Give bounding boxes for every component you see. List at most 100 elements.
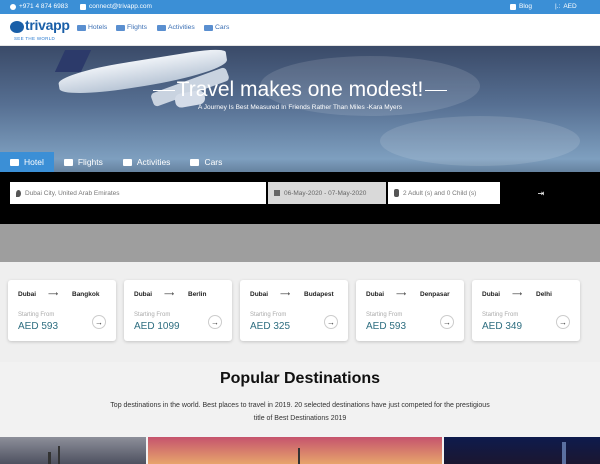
tower-silhouette [58,446,60,464]
top-bar: +971 4 874 6983 connect@trivapp.com Blog… [0,0,600,14]
date-range-value: 06-May-2020 - 07-May-2020 [284,189,367,197]
email-address: connect@trivapp.com [89,3,152,10]
airplane-tail [54,50,92,72]
nav-hotels-label: Hotels [88,24,108,31]
arrow-right-icon: ⟶ [512,291,523,298]
logo-mark-icon [10,21,24,33]
tab-cars-label: Cars [204,157,223,167]
nav-cars[interactable]: Cars [204,24,229,31]
route-price: AED 1099 [134,321,180,332]
calendar-icon [274,190,280,196]
route-origin: Dubai [18,291,37,298]
mail-icon [80,3,86,10]
currency-selector[interactable]: |.: AED [555,3,577,10]
route-price: AED 325 [250,321,291,332]
starting-from-label: Starting From [134,312,171,318]
hero-subtitle: A Journey Is Best Measured In Friends Ra… [198,104,402,111]
title-rule [425,89,448,91]
blog-label: Blog [519,3,533,10]
person-icon [394,189,399,197]
location-pin-icon [16,189,21,197]
search-button[interactable]: ⇥ [502,182,580,204]
nav-flights-label: Flights [127,24,148,31]
phone-contact[interactable]: +971 4 874 6983 [10,3,68,10]
hero-title: Travel makes one modest! [0,78,600,102]
tab-activities[interactable]: Activities [113,152,181,172]
destination-field[interactable]: Dubai City, United Arab Emirates [10,182,266,204]
tower-silhouette [48,452,51,464]
nav-activities-label: Activities [168,24,195,31]
nav-cars-label: Cars [215,24,230,31]
guests-value: 2 Adult (s) and 0 Child (s) [403,189,477,197]
tab-hotel-label: Hotel [24,157,44,167]
search-tabs: Hotel Flights Activities Cars [0,152,232,172]
guests-field[interactable]: 2 Adult (s) and 0 Child (s) [388,182,500,204]
blog-link[interactable]: Blog [510,3,532,10]
route-card[interactable]: Dubai ⟶ Delhi Starting From AED 349 → [472,280,580,341]
nav-activities[interactable]: Activities [157,24,195,31]
arrow-right-icon: ⟶ [164,291,175,298]
blog-icon [510,3,516,10]
route-destination: Delhi [536,291,552,298]
route-origin: Dubai [250,291,269,298]
destination-image[interactable] [148,437,442,464]
route-price: AED 349 [482,321,523,332]
brand-tagline: SEE THE WORLD [14,36,56,41]
tower-silhouette [562,442,566,464]
arrow-button[interactable]: → [440,315,454,329]
brand-name: trivapp [25,17,70,33]
binoculars-icon [157,24,166,31]
popular-destinations-description: Top destinations in the world. Best plac… [110,402,490,422]
starting-from-label: Starting From [366,312,403,318]
route-card[interactable]: Dubai ⟶ Budapest Starting From AED 325 → [240,280,348,341]
tab-activities-label: Activities [136,157,171,167]
email-contact[interactable]: connect@trivapp.com [80,3,152,10]
arrow-button[interactable]: → [92,315,106,329]
tab-flights[interactable]: Flights [54,152,113,172]
logo[interactable]: trivapp SEE THE WORLD [10,17,80,45]
arrow-button[interactable]: → [208,315,222,329]
currency-prefix: |.: [555,3,561,10]
tower-silhouette [298,448,300,464]
cloud [380,116,580,166]
routes-band [0,224,600,262]
phone-icon [10,3,16,10]
destination-value: Dubai City, United Arab Emirates [25,189,120,197]
tab-cars[interactable]: Cars [180,152,232,172]
nav-hotels[interactable]: Hotels [77,24,107,31]
route-origin: Dubai [134,291,153,298]
plane-icon [116,24,125,31]
route-card[interactable]: Dubai ⟶ Bangkok Starting From AED 593 → [8,280,116,341]
route-origin: Dubai [482,291,501,298]
route-card[interactable]: Dubai ⟶ Denpasar Starting From AED 593 → [356,280,464,341]
currency-label: AED [563,3,577,10]
bed-icon [10,158,19,166]
arrow-button[interactable]: → [324,315,338,329]
destination-image[interactable] [444,437,600,464]
nav-flights[interactable]: Flights [116,24,147,31]
arrow-button[interactable]: → [556,315,570,329]
title-rule [152,89,175,91]
plane-icon [63,158,73,166]
route-destination: Budapest [304,291,334,298]
tab-hotel[interactable]: Hotel [0,152,54,172]
tab-flights-label: Flights [77,157,103,167]
route-destination: Bangkok [72,291,100,298]
arrow-right-icon: ⟶ [48,291,59,298]
popular-destinations-title: Popular Destinations [219,370,381,387]
starting-from-label: Starting From [482,312,519,318]
car-icon [190,158,200,166]
search-panel: Dubai City, United Arab Emirates 06-May-… [0,172,600,224]
route-price: AED 593 [366,321,407,332]
route-destination: Berlin [188,291,207,298]
route-origin: Dubai [366,291,385,298]
route-card[interactable]: Dubai ⟶ Berlin Starting From AED 1099 → [124,280,232,341]
car-icon [204,24,213,31]
route-destination: Denpasar [420,291,450,298]
date-range-field[interactable]: 06-May-2020 - 07-May-2020 [268,182,386,204]
arrow-right-icon: ⟶ [280,291,291,298]
arrow-right-icon: ⟶ [396,291,407,298]
search-icon: ⇥ [537,188,545,198]
binoculars-icon [122,158,132,166]
destination-image[interactable] [0,437,146,464]
